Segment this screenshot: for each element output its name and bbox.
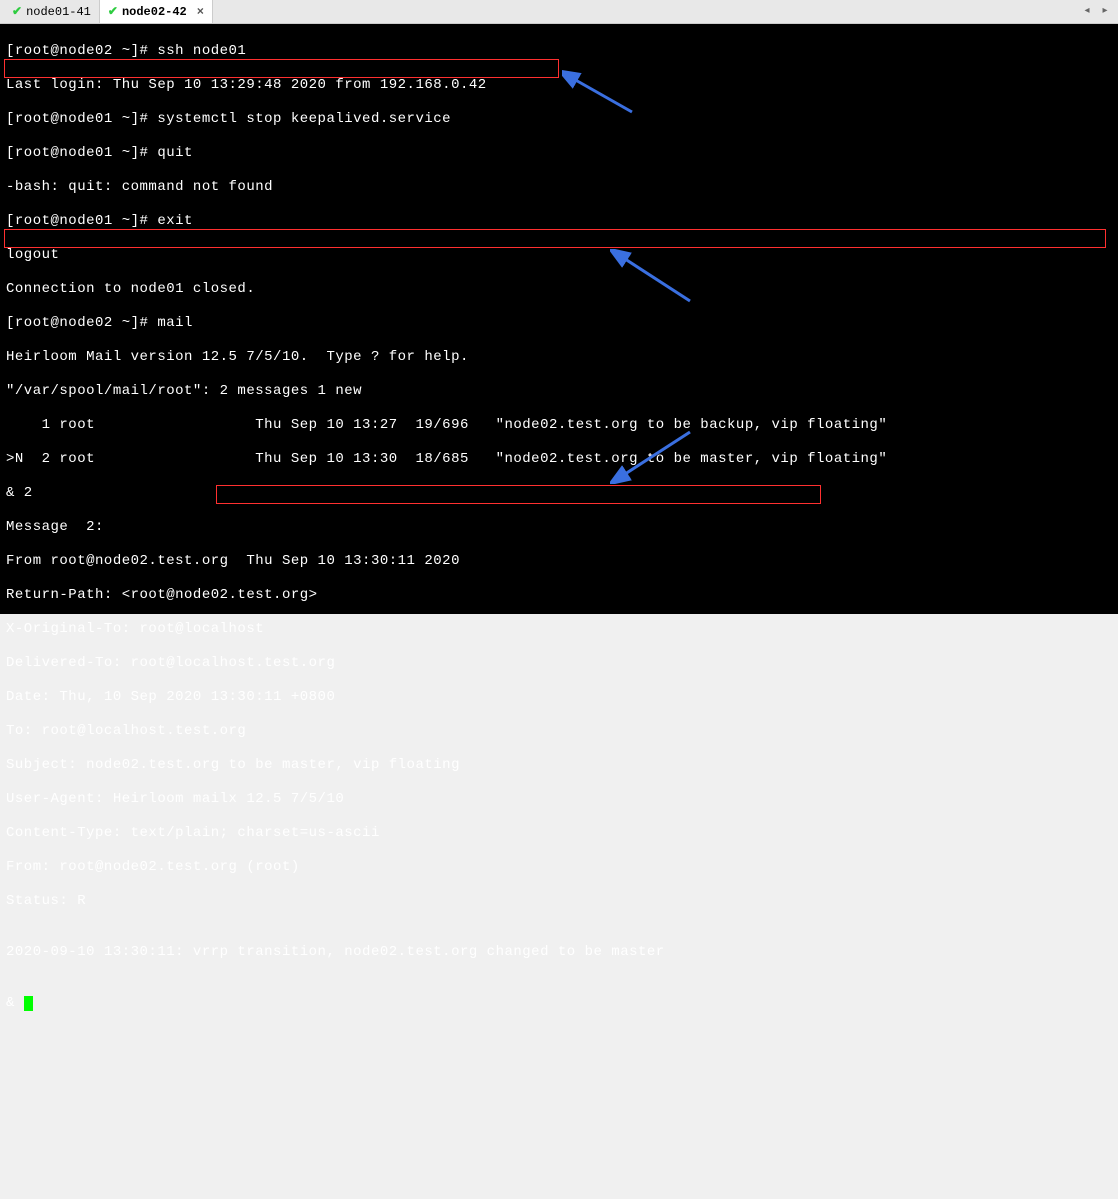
terminal-line: Message 2: — [6, 519, 1112, 536]
terminal-line: Delivered-To: root@localhost.test.org — [6, 655, 1112, 672]
tab-bar-controls: ◂ ▸ — [1080, 0, 1118, 23]
close-icon[interactable]: × — [197, 5, 204, 19]
check-icon: ✔ — [12, 4, 22, 19]
highlight-box-2 — [4, 229, 1106, 248]
terminal-line: & 2 — [6, 485, 1112, 502]
terminal-line: [root@node02 ~]# mail — [6, 315, 1112, 332]
terminal-line: [root@node01 ~]# systemctl stop keepaliv… — [6, 111, 1112, 128]
tab-node02[interactable]: ✔ node02-42 × — [100, 0, 213, 23]
terminal-line: From: root@node02.test.org (root) — [6, 859, 1112, 876]
terminal-line: X-Original-To: root@localhost — [6, 621, 1112, 638]
terminal-line: logout — [6, 247, 1112, 264]
check-icon: ✔ — [108, 4, 118, 19]
terminal-line: Connection to node01 closed. — [6, 281, 1112, 298]
tab-prev-icon[interactable]: ◂ — [1080, 5, 1094, 19]
terminal-line: [root@node01 ~]# quit — [6, 145, 1112, 162]
terminal-line: To: root@localhost.test.org — [6, 723, 1112, 740]
terminal-line: 1 root Thu Sep 10 13:27 19/696 "node02.t… — [6, 417, 1112, 434]
terminal-line: Content-Type: text/plain; charset=us-asc… — [6, 825, 1112, 842]
terminal-prompt-line: & — [6, 995, 1112, 1012]
tab-label: node01-41 — [26, 5, 91, 19]
terminal-line: Last login: Thu Sep 10 13:29:48 2020 fro… — [6, 77, 1112, 94]
terminal-line: 2020-09-10 13:30:11: vrrp transition, no… — [6, 944, 1112, 961]
terminal-line: [root@node01 ~]# exit — [6, 213, 1112, 230]
tab-bar: ✔ node01-41 ✔ node02-42 × ◂ ▸ — [0, 0, 1118, 24]
terminal-line: [root@node02 ~]# ssh node01 — [6, 43, 1112, 60]
terminal-line: -bash: quit: command not found — [6, 179, 1112, 196]
tab-node01[interactable]: ✔ node01-41 — [4, 0, 100, 23]
terminal-line: Return-Path: <root@node02.test.org> — [6, 587, 1112, 604]
terminal[interactable]: [root@node02 ~]# ssh node01 Last login: … — [0, 24, 1118, 614]
terminal-line: Date: Thu, 10 Sep 2020 13:30:11 +0800 — [6, 689, 1112, 706]
terminal-line: Status: R — [6, 893, 1112, 910]
terminal-line: From root@node02.test.org Thu Sep 10 13:… — [6, 553, 1112, 570]
highlight-box-1 — [4, 59, 559, 78]
tab-next-icon[interactable]: ▸ — [1098, 5, 1112, 19]
terminal-line: "/var/spool/mail/root": 2 messages 1 new — [6, 383, 1112, 400]
terminal-line: Heirloom Mail version 12.5 7/5/10. Type … — [6, 349, 1112, 366]
terminal-line: Subject: node02.test.org to be master, v… — [6, 757, 1112, 774]
cursor — [24, 996, 33, 1011]
terminal-line: User-Agent: Heirloom mailx 12.5 7/5/10 — [6, 791, 1112, 808]
tab-label: node02-42 — [122, 5, 187, 19]
terminal-line: >N 2 root Thu Sep 10 13:30 18/685 "node0… — [6, 451, 1112, 468]
